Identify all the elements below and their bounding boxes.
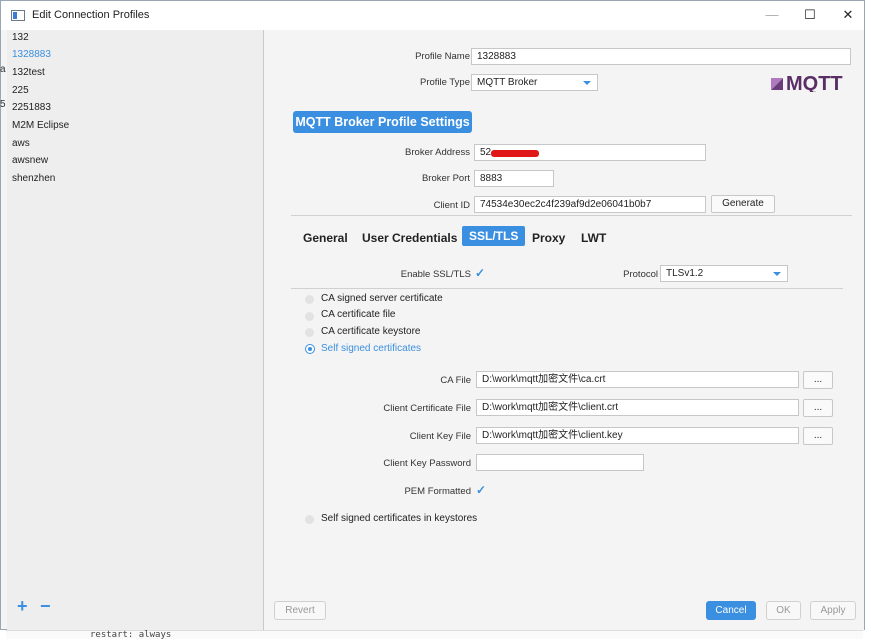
- profile-list-item[interactable]: aws: [12, 138, 30, 149]
- client-certificate-label: Client Certificate File: [383, 403, 471, 414]
- profile-type-select[interactable]: MQTT Broker: [471, 74, 598, 91]
- pem-formatted-checkbox[interactable]: ✓: [476, 483, 486, 497]
- chevron-down-icon: [583, 81, 591, 85]
- broker-port-input[interactable]: 8883: [474, 170, 554, 187]
- profile-name-label: Profile Name: [415, 51, 470, 62]
- client-key-browse-button[interactable]: ...: [803, 427, 833, 445]
- remove-profile-button[interactable]: −: [40, 596, 51, 617]
- maximize-button[interactable]: ☐: [793, 3, 827, 27]
- radio-label[interactable]: CA signed server certificate: [321, 293, 443, 304]
- title-bar[interactable]: Edit Connection Profiles — ☐ ✕: [1, 1, 864, 30]
- radio-self-signed-certificates[interactable]: [306, 345, 314, 353]
- close-button[interactable]: ✕: [831, 3, 865, 27]
- broker-address-label: Broker Address: [405, 147, 470, 158]
- redaction-mark: [491, 150, 539, 157]
- revert-button[interactable]: Revert: [274, 601, 326, 620]
- radio-label[interactable]: CA certificate keystore: [321, 326, 420, 337]
- client-key-password-input[interactable]: [476, 454, 644, 471]
- tab-ssl-tls[interactable]: SSL/TLS: [462, 226, 526, 246]
- ca-file-browse-button[interactable]: ...: [803, 371, 833, 389]
- app-window-icon: [11, 10, 25, 21]
- profile-list-item[interactable]: 132test: [12, 67, 45, 78]
- add-profile-button[interactable]: +: [17, 596, 28, 617]
- profile-list-item[interactable]: 132: [12, 32, 29, 43]
- protocol-label: Protocol: [623, 269, 658, 280]
- tab-general[interactable]: General: [303, 231, 348, 245]
- background-text-fragment: a: [0, 64, 6, 75]
- divider: [291, 288, 843, 289]
- radio-ca-certificate-file[interactable]: [305, 312, 314, 321]
- tab-lwt[interactable]: LWT: [581, 231, 606, 245]
- profile-type-value: MQTT Broker: [477, 77, 538, 88]
- radio-self-signed-keystores[interactable]: [305, 515, 314, 524]
- broker-settings-header: MQTT Broker Profile Settings: [293, 111, 472, 133]
- radio-label[interactable]: CA certificate file: [321, 309, 395, 320]
- tab-user-credentials[interactable]: User Credentials: [362, 231, 457, 245]
- radio-ca-certificate-keystore[interactable]: [305, 328, 314, 337]
- tab-proxy[interactable]: Proxy: [532, 231, 565, 245]
- ok-button[interactable]: OK: [766, 601, 801, 620]
- background-text-fragment: 5: [0, 99, 6, 110]
- client-certificate-input[interactable]: D:\work\mqtt加密文件\client.crt: [476, 399, 799, 416]
- client-id-label: Client ID: [433, 200, 470, 211]
- profile-list-item[interactable]: 225: [12, 85, 29, 96]
- apply-button[interactable]: Apply: [810, 601, 856, 620]
- profile-type-label: Profile Type: [420, 77, 470, 88]
- client-key-password-label: Client Key Password: [383, 458, 471, 469]
- client-key-label: Client Key File: [409, 431, 471, 442]
- enable-ssl-label: Enable SSL/TLS: [400, 269, 471, 280]
- profile-settings-panel: Profile Name 1328883 Profile Type MQTT B…: [264, 30, 864, 631]
- minimize-button[interactable]: —: [755, 3, 789, 27]
- profile-list-item[interactable]: shenzhen: [12, 173, 55, 184]
- divider: [291, 215, 852, 216]
- ca-file-label: CA File: [440, 375, 471, 386]
- profile-list-item[interactable]: awsnew: [12, 155, 48, 166]
- client-key-input[interactable]: D:\work\mqtt加密文件\client.key: [476, 427, 799, 444]
- mqtt-logo: MQTT: [771, 73, 843, 92]
- mqtt-logo-text: MQTT: [786, 73, 843, 92]
- profile-list-item[interactable]: 2251883: [12, 102, 51, 113]
- radio-label[interactable]: Self signed certificates in keystores: [321, 513, 477, 524]
- profile-name-input[interactable]: 1328883: [471, 48, 851, 65]
- enable-ssl-checkbox[interactable]: ✓: [475, 266, 485, 280]
- generate-button[interactable]: Generate: [711, 195, 775, 213]
- ca-file-input[interactable]: D:\work\mqtt加密文件\ca.crt: [476, 371, 799, 388]
- chevron-down-icon: [773, 272, 781, 276]
- window-title: Edit Connection Profiles: [32, 9, 150, 21]
- protocol-value: TLSv1.2: [666, 268, 704, 279]
- profile-list-sidebar: 132 1328883 132test 225 2251883 M2M Ecli…: [7, 30, 264, 631]
- pem-formatted-label: PEM Formatted: [404, 486, 471, 497]
- background-code-fragment: restart: always: [90, 630, 172, 640]
- broker-port-label: Broker Port: [421, 173, 470, 184]
- radio-label-selected[interactable]: Self signed certificates: [321, 343, 421, 354]
- client-id-input[interactable]: 74534e30ec2c4f239af9d2e06041b0b7: [474, 196, 706, 213]
- radio-ca-signed-server[interactable]: [305, 295, 314, 304]
- cancel-button[interactable]: Cancel: [706, 601, 756, 620]
- edit-connection-profiles-window: Edit Connection Profiles — ☐ ✕ 132 13288…: [0, 0, 865, 631]
- profile-list-item[interactable]: M2M Eclipse: [12, 120, 69, 131]
- protocol-select[interactable]: TLSv1.2: [660, 265, 788, 282]
- profile-list-item-selected[interactable]: 1328883: [12, 49, 51, 60]
- client-certificate-browse-button[interactable]: ...: [803, 399, 833, 417]
